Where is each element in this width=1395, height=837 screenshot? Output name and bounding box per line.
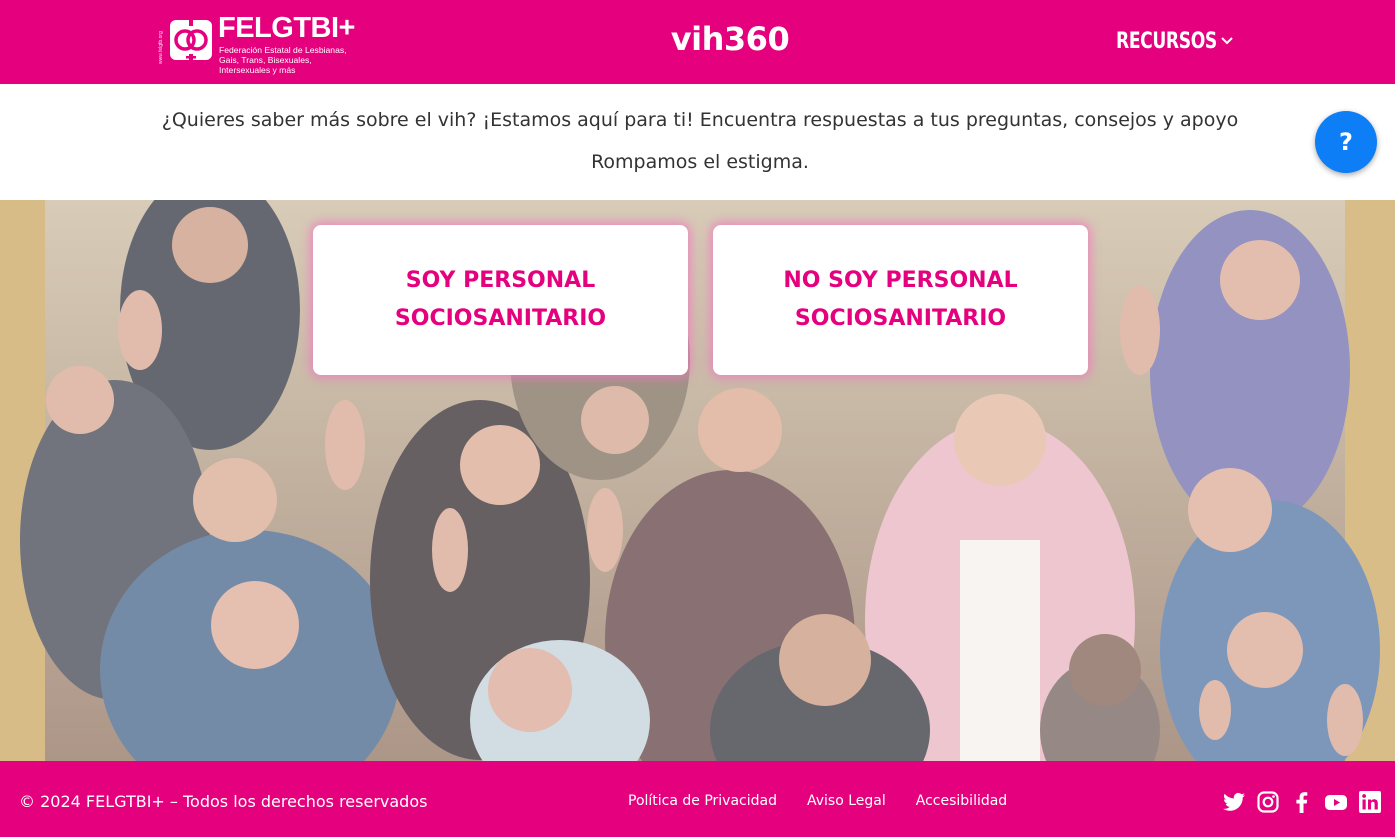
hero-overlay	[0, 200, 1395, 761]
intro-slogan: Rompamos el estigma.	[591, 151, 809, 173]
site-footer: © 2024 FELGTBI+ – Todos los derechos res…	[0, 761, 1395, 837]
hero-section: SOY PERSONAL SOCIOSANITARIO NO SOY PERSO…	[0, 200, 1395, 761]
site-header: www.felgtb.org FELGTBI+ Federación Estat…	[0, 0, 1395, 84]
youtube-icon[interactable]	[1324, 790, 1348, 814]
recursos-menu[interactable]: RECURSOS	[1116, 25, 1234, 57]
copyright-text: © 2024 FELGTBI+ – Todos los derechos res…	[19, 792, 428, 811]
footer-links: Política de Privacidad Aviso Legal Acces…	[628, 793, 1007, 809]
org-name: FELGTBI+	[218, 12, 355, 44]
choice-label: NO SOY PERSONAL SOCIOSANITARIO	[783, 268, 1018, 331]
facebook-icon[interactable]	[1290, 790, 1314, 814]
legal-notice-link[interactable]: Aviso Legal	[807, 793, 886, 809]
gender-symbols-logo-icon	[170, 20, 212, 60]
soy-personal-sociosanitario-button[interactable]: SOY PERSONAL SOCIOSANITARIO	[313, 225, 688, 375]
org-tagline: Federación Estatal de Lesbianas, Gais, T…	[219, 45, 347, 75]
twitter-icon[interactable]	[1222, 790, 1246, 814]
choice-label: SOY PERSONAL SOCIOSANITARIO	[394, 268, 607, 331]
recursos-menu-label: RECURSOS	[1116, 28, 1217, 54]
instagram-icon[interactable]	[1256, 790, 1280, 814]
intro-section: ¿Quieres saber más sobre el vih? ¡Estamo…	[0, 84, 1395, 200]
intro-text: ¿Quieres saber más sobre el vih? ¡Estamo…	[161, 109, 1239, 131]
logo-url-text: www.felgtb.org	[158, 31, 164, 64]
help-button[interactable]: ?	[1315, 111, 1377, 173]
accessibility-link[interactable]: Accesibilidad	[916, 793, 1007, 809]
social-links	[1222, 790, 1382, 814]
chevron-down-icon	[1221, 37, 1233, 45]
privacy-policy-link[interactable]: Política de Privacidad	[628, 793, 777, 809]
felgtbi-logo[interactable]: www.felgtb.org FELGTBI+ Federación Estat…	[158, 12, 358, 75]
no-soy-personal-sociosanitario-button[interactable]: NO SOY PERSONAL SOCIOSANITARIO	[713, 225, 1088, 375]
site-title[interactable]: vih360	[640, 20, 820, 58]
linkedin-icon[interactable]	[1358, 790, 1382, 814]
